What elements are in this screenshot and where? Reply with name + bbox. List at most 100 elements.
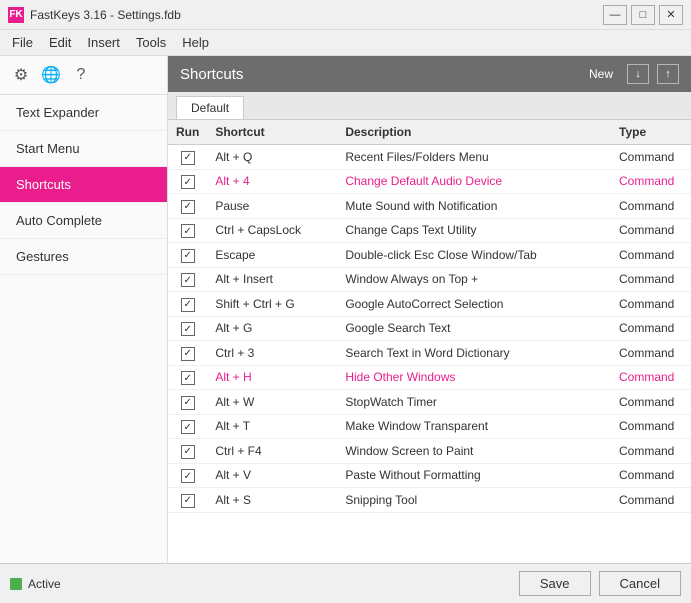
cancel-button[interactable]: Cancel xyxy=(599,571,681,596)
row-description: Make Window Transparent xyxy=(337,414,611,439)
row-description: Change Default Audio Device xyxy=(337,169,611,194)
table-row[interactable]: Ctrl + CapsLockChange Caps Text UtilityC… xyxy=(168,218,691,243)
menu-file[interactable]: File xyxy=(4,32,41,53)
row-type: Command xyxy=(611,463,691,488)
new-button[interactable]: New xyxy=(583,65,619,83)
sidebar-item-gestures[interactable]: Gestures xyxy=(0,239,167,275)
settings-icon[interactable]: ⚙ xyxy=(10,64,32,86)
row-checkbox[interactable] xyxy=(181,469,195,483)
close-button[interactable]: ✕ xyxy=(659,5,683,25)
maximize-button[interactable]: □ xyxy=(631,5,655,25)
row-shortcut: Ctrl + CapsLock xyxy=(207,218,337,243)
row-shortcut: Escape xyxy=(207,243,337,268)
row-shortcut: Alt + S xyxy=(207,488,337,513)
globe-icon[interactable]: 🌐 xyxy=(40,64,62,86)
row-checkbox[interactable] xyxy=(181,273,195,287)
row-type: Command xyxy=(611,267,691,292)
row-description: Google AutoCorrect Selection xyxy=(337,292,611,317)
table-row[interactable]: Alt + 4Change Default Audio DeviceComman… xyxy=(168,169,691,194)
table-row[interactable]: Alt + InsertWindow Always on Top +Comman… xyxy=(168,267,691,292)
row-type: Command xyxy=(611,365,691,390)
row-checkbox[interactable] xyxy=(181,249,195,263)
status-indicator: Active xyxy=(10,577,61,591)
row-checkbox[interactable] xyxy=(181,224,195,238)
menu-edit[interactable]: Edit xyxy=(41,32,79,53)
menu-help[interactable]: Help xyxy=(174,32,217,53)
row-checkbox[interactable] xyxy=(181,420,195,434)
sidebar-item-start-menu[interactable]: Start Menu xyxy=(0,131,167,167)
status-dot xyxy=(10,578,22,590)
row-checkbox[interactable] xyxy=(181,371,195,385)
row-checkbox[interactable] xyxy=(181,347,195,361)
row-checkbox[interactable] xyxy=(181,445,195,459)
table-row[interactable]: Alt + WStopWatch TimerCommand xyxy=(168,390,691,415)
title-bar-left: FK FastKeys 3.16 - Settings.fdb xyxy=(8,7,181,23)
table-row[interactable]: Alt + GGoogle Search TextCommand xyxy=(168,316,691,341)
table-row[interactable]: Alt + VPaste Without FormattingCommand xyxy=(168,463,691,488)
row-checkbox[interactable] xyxy=(181,396,195,410)
row-type: Command xyxy=(611,218,691,243)
row-shortcut: Pause xyxy=(207,194,337,219)
move-down-button[interactable]: ↓ xyxy=(627,64,649,84)
tab-default[interactable]: Default xyxy=(176,96,244,119)
row-type: Command xyxy=(611,341,691,366)
title-bar-controls: — □ ✕ xyxy=(603,5,683,25)
table-row[interactable]: EscapeDouble-click Esc Close Window/TabC… xyxy=(168,243,691,268)
table-row[interactable]: Alt + SSnipping ToolCommand xyxy=(168,488,691,513)
row-type: Command xyxy=(611,390,691,415)
row-description: Google Search Text xyxy=(337,316,611,341)
sidebar-item-text-expander[interactable]: Text Expander xyxy=(0,95,167,131)
app-icon: FK xyxy=(8,7,24,23)
row-checkbox[interactable] xyxy=(181,175,195,189)
row-description: Window Screen to Paint xyxy=(337,439,611,464)
row-description: Window Always on Top + xyxy=(337,267,611,292)
sidebar-icons: ⚙ 🌐 ? xyxy=(0,56,167,95)
table-row[interactable]: Alt + QRecent Files/Folders MenuCommand xyxy=(168,145,691,170)
row-description: Search Text in Word Dictionary xyxy=(337,341,611,366)
row-shortcut: Alt + H xyxy=(207,365,337,390)
row-checkbox[interactable] xyxy=(181,151,195,165)
row-shortcut: Alt + Q xyxy=(207,145,337,170)
save-button[interactable]: Save xyxy=(519,571,591,596)
row-type: Command xyxy=(611,488,691,513)
sidebar-item-shortcuts[interactable]: Shortcuts xyxy=(0,167,167,203)
row-shortcut: Alt + T xyxy=(207,414,337,439)
table-row[interactable]: Shift + Ctrl + GGoogle AutoCorrect Selec… xyxy=(168,292,691,317)
move-up-button[interactable]: ↑ xyxy=(657,64,679,84)
row-type: Command xyxy=(611,169,691,194)
row-description: Change Caps Text Utility xyxy=(337,218,611,243)
tab-bar: Default xyxy=(168,92,691,120)
row-checkbox[interactable] xyxy=(181,494,195,508)
row-checkbox[interactable] xyxy=(181,322,195,336)
row-description: Mute Sound with Notification xyxy=(337,194,611,219)
help-icon[interactable]: ? xyxy=(70,64,92,86)
row-shortcut: Alt + Insert xyxy=(207,267,337,292)
row-description: StopWatch Timer xyxy=(337,390,611,415)
table-row[interactable]: Alt + HHide Other WindowsCommand xyxy=(168,365,691,390)
row-description: Recent Files/Folders Menu xyxy=(337,145,611,170)
row-type: Command xyxy=(611,243,691,268)
shortcuts-table: Run Shortcut Description Type Alt + QRec… xyxy=(168,120,691,513)
status-bar: Active Save Cancel xyxy=(0,563,691,603)
row-shortcut: Alt + V xyxy=(207,463,337,488)
col-type: Type xyxy=(611,120,691,145)
sidebar-item-auto-complete[interactable]: Auto Complete xyxy=(0,203,167,239)
row-type: Command xyxy=(611,414,691,439)
row-checkbox[interactable] xyxy=(181,200,195,214)
status-bar-buttons: Save Cancel xyxy=(519,571,681,596)
table-row[interactable]: Ctrl + F4Window Screen to PaintCommand xyxy=(168,439,691,464)
row-type: Command xyxy=(611,145,691,170)
row-shortcut: Ctrl + 3 xyxy=(207,341,337,366)
table-row[interactable]: PauseMute Sound with NotificationCommand xyxy=(168,194,691,219)
row-type: Command xyxy=(611,316,691,341)
table-row[interactable]: Alt + TMake Window TransparentCommand xyxy=(168,414,691,439)
shortcuts-table-container: Run Shortcut Description Type Alt + QRec… xyxy=(168,120,691,563)
menu-insert[interactable]: Insert xyxy=(79,32,128,53)
row-checkbox[interactable] xyxy=(181,298,195,312)
sidebar: ⚙ 🌐 ? Text Expander Start Menu Shortcuts… xyxy=(0,56,168,563)
minimize-button[interactable]: — xyxy=(603,5,627,25)
col-description: Description xyxy=(337,120,611,145)
window-title: FastKeys 3.16 - Settings.fdb xyxy=(30,8,181,22)
menu-tools[interactable]: Tools xyxy=(128,32,174,53)
table-row[interactable]: Ctrl + 3Search Text in Word DictionaryCo… xyxy=(168,341,691,366)
